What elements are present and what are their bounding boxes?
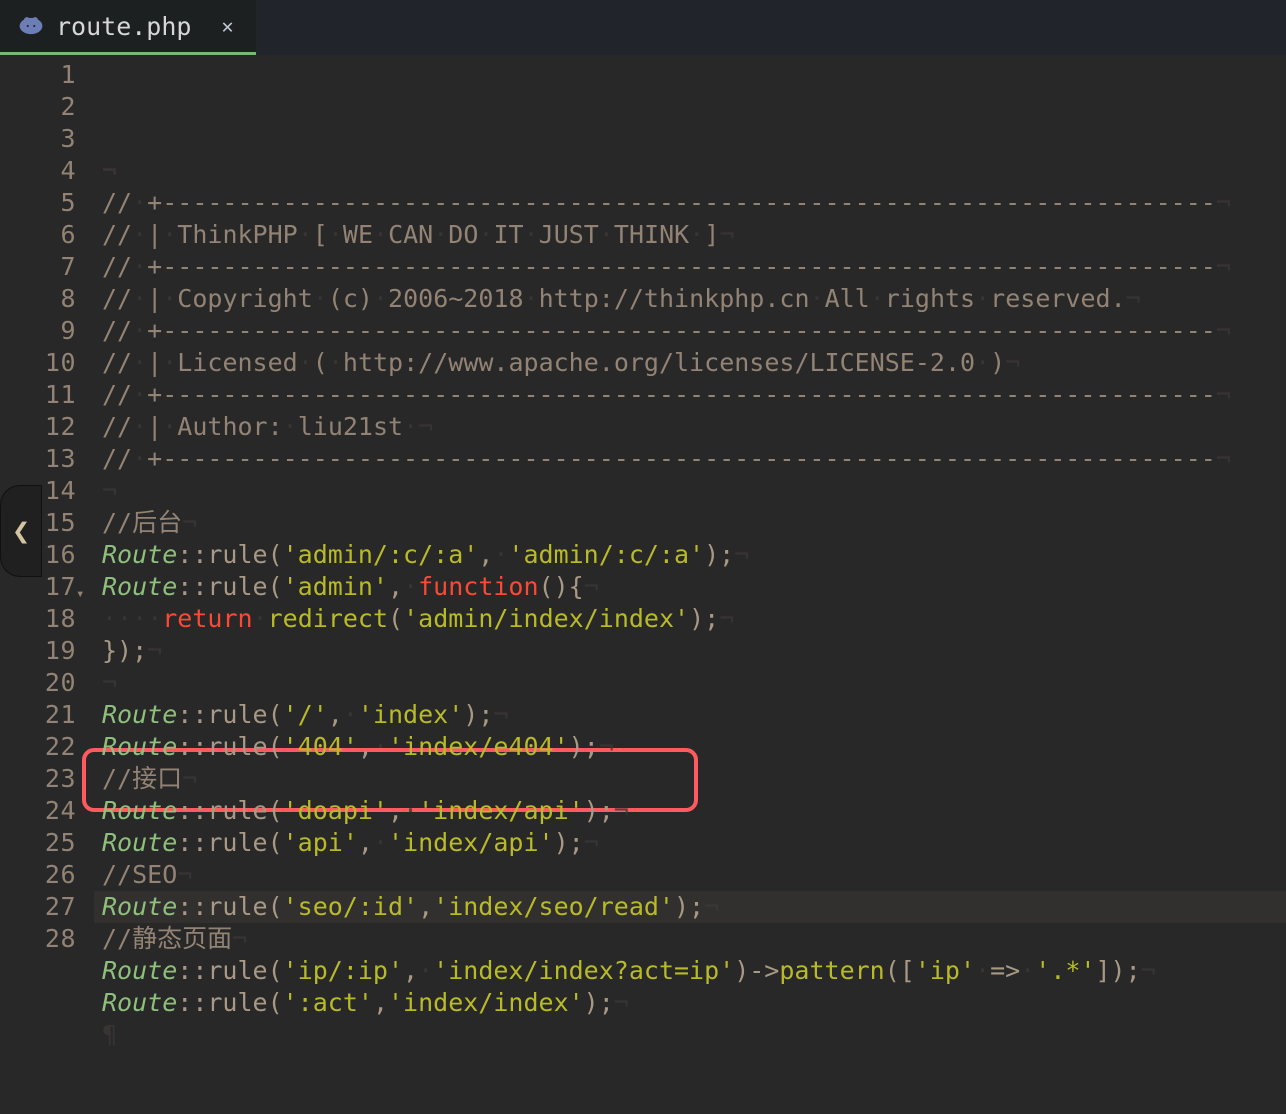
gutter-line-number: 13 [0,443,94,475]
code-line[interactable]: ¬ [94,667,1286,699]
gutter-line-number: 27 [0,891,94,923]
code-line[interactable]: Route::rule(':act','index/index');¬ [94,987,1286,1019]
gutter-line-number: 10 [0,347,94,379]
code-area[interactable]: ¬//·+-----------------------------------… [94,55,1286,1114]
gutter-line-number: 20 [0,667,94,699]
code-line[interactable]: //接口¬ [94,763,1286,795]
gutter-line-number: 26 [0,859,94,891]
gutter-line-number: 22 [0,731,94,763]
code-line[interactable]: //·|·Copyright·(c)·2006~2018·http://thin… [94,283,1286,315]
code-line[interactable]: //·+------------------------------------… [94,251,1286,283]
code-line[interactable]: //·+------------------------------------… [94,443,1286,475]
code-line[interactable]: //·|·Licensed·(·http://www.apache.org/li… [94,347,1286,379]
gutter-line-number: 4 [0,155,94,187]
code-line[interactable]: //·+------------------------------------… [94,379,1286,411]
code-line[interactable]: Route::rule('404',·'index/e404');¬ [94,731,1286,763]
code-line[interactable]: //·|·Author:·liu21st·¬ [94,411,1286,443]
tab-filename: route.php [56,12,191,41]
code-line[interactable]: //·+------------------------------------… [94,315,1286,347]
code-line[interactable]: //SEO¬ [94,859,1286,891]
gutter-line-number: 5 [0,187,94,219]
gutter-line-number: 9 [0,315,94,347]
php-elephant-icon [18,13,44,39]
gutter-line-number: 3 [0,123,94,155]
code-line[interactable]: //静态页面¬ [94,923,1286,955]
code-line[interactable]: });¬ [94,635,1286,667]
gutter-line-number: 21 [0,699,94,731]
code-line[interactable]: ¶ [94,1019,1286,1051]
code-line[interactable]: Route::rule('admin/:c/:a',·'admin/:c/:a'… [94,539,1286,571]
gutter-line-number: 23 [0,763,94,795]
code-line[interactable]: ¬ [94,155,1286,187]
code-line[interactable]: Route::rule('ip/:ip',·'index/index?act=i… [94,955,1286,987]
code-line[interactable]: Route::rule('admin',·function(){¬▾ [94,571,1286,603]
gutter-line-number: 19 [0,635,94,667]
gutter-line-number: 1 [0,59,94,91]
gutter-line-number: 24 [0,795,94,827]
code-line[interactable]: //·+------------------------------------… [94,187,1286,219]
gutter-line-number: 11 [0,379,94,411]
gutter-line-number: 7 [0,251,94,283]
gutter-line-number: 2 [0,91,94,123]
code-line[interactable]: Route::rule('doapi',·'index/api');¬ [94,795,1286,827]
gutter-line-number: 8 [0,283,94,315]
tab-route-php[interactable]: route.php ✕ [0,0,256,55]
panel-collapse-arrow[interactable]: ❮ [0,485,42,577]
code-line[interactable]: ¬ [94,475,1286,507]
tab-bar: route.php ✕ [0,0,1286,55]
code-line[interactable]: //后台¬ [94,507,1286,539]
code-line[interactable]: Route::rule('/',·'index');¬ [94,699,1286,731]
fold-toggle-icon[interactable]: ▾ [76,578,84,610]
close-icon[interactable]: ✕ [221,14,233,38]
gutter-line-number: 6 [0,219,94,251]
code-line[interactable]: //·|·ThinkPHP·[·WE·CAN·DO·IT·JUST·THINK·… [94,219,1286,251]
code-line[interactable]: ····return·redirect('admin/index/index')… [94,603,1286,635]
editor: ❮ 12345678910111213141516171819202122232… [0,55,1286,1114]
gutter-line-number: 28 [0,923,94,955]
gutter-line-number: 12 [0,411,94,443]
gutter-line-number: 25 [0,827,94,859]
code-line[interactable]: Route::rule('seo/:id','index/seo/read');… [94,891,1286,923]
code-line[interactable]: Route::rule('api',·'index/api');¬ [94,827,1286,859]
